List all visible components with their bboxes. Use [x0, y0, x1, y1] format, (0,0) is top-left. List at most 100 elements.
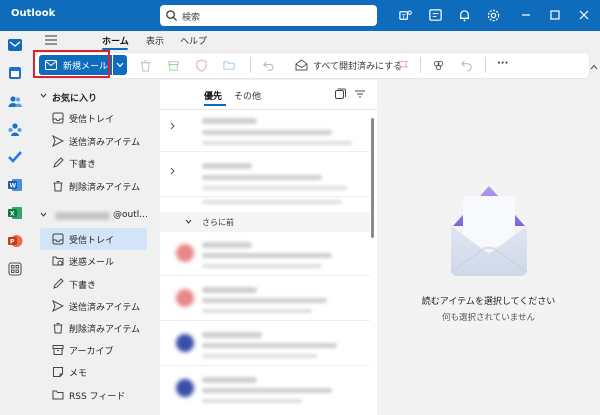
apps-icon[interactable]	[7, 261, 23, 277]
folder-deleted[interactable]: 削除済みアイテム	[40, 317, 147, 339]
note-icon	[53, 367, 63, 377]
active-tab-indicator	[204, 104, 226, 106]
message-row[interactable]	[160, 369, 370, 411]
copilot-icon[interactable]	[432, 59, 445, 72]
ribbon-tabs: ホーム 表示 ヘルプ	[30, 31, 600, 50]
group-label: さらに前	[202, 218, 234, 227]
chevron-right-icon	[170, 167, 175, 175]
more-options-button[interactable]: ···	[497, 58, 508, 69]
tab-other[interactable]: その他	[234, 89, 261, 102]
avatar	[176, 334, 194, 352]
folder-archive[interactable]: アーカイブ	[40, 339, 147, 361]
folder-inbox[interactable]: 受信トレイ	[40, 228, 147, 250]
redacted-preview	[202, 309, 312, 313]
folder-junk[interactable]: 迷惑メール	[40, 250, 147, 272]
notes-icon[interactable]	[428, 8, 443, 23]
folder-fav-inbox[interactable]: 受信トレイ	[40, 107, 147, 129]
toolbar-divider	[485, 57, 486, 73]
account-name-redacted	[55, 212, 110, 220]
message-row[interactable]	[160, 200, 370, 210]
avatar	[176, 289, 194, 307]
close-icon[interactable]	[577, 8, 591, 22]
filter-icon[interactable]	[354, 88, 366, 100]
folder-notes[interactable]: メモ	[40, 361, 147, 383]
chevron-down-icon	[40, 212, 47, 217]
inbox-pivot: 優先 その他	[160, 80, 377, 110]
search-box[interactable]: 検索	[160, 5, 377, 26]
folder-label: 受信トレイ	[69, 236, 115, 246]
message-row[interactable]	[160, 234, 370, 276]
folder-label: RSS フィード	[69, 392, 126, 402]
chevron-down-icon	[185, 219, 192, 224]
calendar-icon[interactable]	[7, 65, 23, 81]
redacted-sender	[202, 118, 257, 124]
message-row[interactable]	[160, 279, 370, 321]
reply-icon[interactable]	[460, 59, 473, 72]
message-row[interactable]	[160, 110, 370, 152]
message-row[interactable]	[160, 324, 370, 366]
nav-rail: W X P	[0, 31, 30, 415]
mail-icon[interactable]	[7, 37, 23, 53]
svg-text:W: W	[10, 183, 17, 190]
redacted-preview	[202, 186, 347, 190]
groups-icon[interactable]	[7, 121, 23, 137]
word-icon[interactable]: W	[7, 177, 23, 193]
send-icon	[52, 300, 64, 312]
hamburger-icon[interactable]	[45, 35, 57, 45]
mark-all-read-label: すべて開封済みにする	[313, 62, 403, 72]
archive-icon[interactable]	[167, 59, 180, 72]
gear-icon[interactable]	[486, 8, 501, 23]
excel-icon[interactable]: X	[7, 205, 23, 221]
redacted-subject	[202, 298, 327, 303]
folder-fav-deleted[interactable]: 削除済みアイテム	[40, 175, 147, 197]
folder-fav-sent[interactable]: 送信済みアイテム	[40, 130, 147, 152]
new-mail-dropdown[interactable]	[113, 55, 127, 75]
teams-icon[interactable]: T	[398, 8, 413, 23]
select-icon[interactable]	[334, 88, 346, 100]
message-list-scrollbar[interactable]	[370, 118, 375, 412]
archive-icon	[52, 345, 64, 355]
chevron-right-icon	[170, 122, 175, 130]
trash-icon	[53, 323, 63, 334]
chevron-down-icon	[40, 93, 47, 98]
favorites-label: お気に入り	[52, 94, 98, 104]
folder-label: メモ	[69, 369, 88, 379]
folder-label: アーカイブ	[69, 347, 114, 357]
group-header-older[interactable]: さらに前	[160, 212, 370, 232]
toolbar-ribbon: 新規メール すべて開封済みにする ···	[35, 53, 589, 78]
flag-icon[interactable]	[397, 59, 410, 72]
todo-icon[interactable]	[7, 149, 23, 165]
bell-icon[interactable]	[457, 8, 472, 23]
chevron-up-icon[interactable]	[590, 64, 598, 70]
powerpoint-icon[interactable]: P	[7, 233, 23, 249]
delete-icon[interactable]	[139, 59, 152, 72]
redacted-subject	[202, 343, 337, 348]
search-placeholder: 検索	[182, 13, 201, 23]
redacted-subject	[202, 130, 332, 135]
tab-view[interactable]: 表示	[146, 34, 164, 47]
message-row[interactable]	[160, 155, 370, 197]
folder-label: 削除済みアイテム	[69, 325, 141, 335]
redacted-preview	[202, 200, 342, 204]
folder-label: 送信済みアイテム	[69, 303, 141, 313]
maximize-icon[interactable]	[548, 8, 562, 22]
people-icon[interactable]	[7, 93, 23, 109]
tab-home[interactable]: ホーム	[102, 34, 129, 47]
highlight-annotation	[33, 50, 110, 78]
app-title: Outlook	[11, 8, 56, 19]
redacted-subject	[202, 253, 332, 258]
empty-state-title: 読むアイテムを選択してください	[421, 297, 556, 307]
folder-rss[interactable]: RSS フィード	[40, 384, 147, 406]
folder-sent[interactable]: 送信済みアイテム	[40, 295, 147, 317]
undo-icon[interactable]	[262, 59, 275, 72]
scrollbar-thumb[interactable]	[371, 118, 374, 238]
tab-focused[interactable]: 優先	[204, 89, 222, 102]
minimize-icon[interactable]	[519, 8, 533, 22]
send-icon	[52, 135, 64, 147]
redacted-sender	[202, 287, 257, 293]
report-icon[interactable]	[195, 59, 208, 72]
folder-fav-drafts[interactable]: 下書き	[40, 152, 147, 174]
folder-drafts[interactable]: 下書き	[40, 273, 147, 295]
tab-help[interactable]: ヘルプ	[180, 34, 207, 47]
move-icon[interactable]	[223, 59, 236, 72]
